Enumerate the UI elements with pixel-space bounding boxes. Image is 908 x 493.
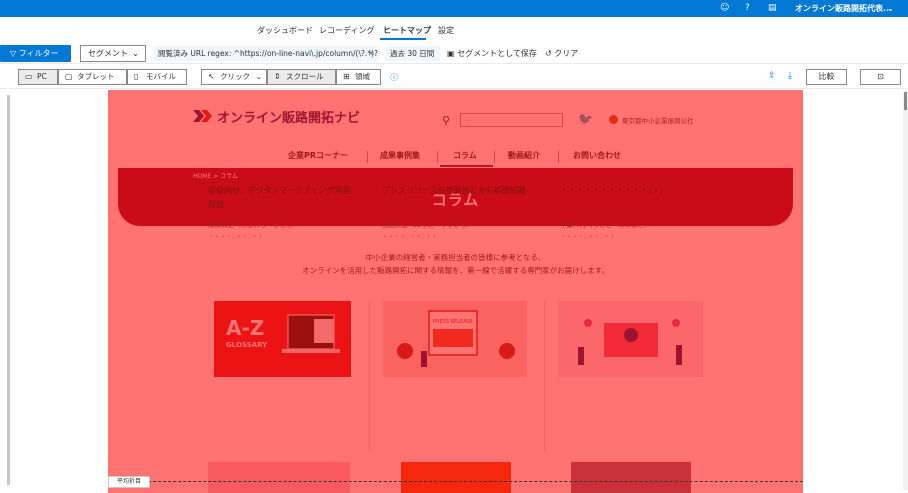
scroll-icon: ⇕ xyxy=(274,72,281,81)
url-filter-chip[interactable]: 閲覧済み URL regex: ^https://on-line-navi\.j… xyxy=(154,46,378,61)
nav-divider xyxy=(558,151,559,163)
logo-arrow-icon xyxy=(193,110,212,122)
card-author: 田田英宏（はらだ・やすひろ） xyxy=(382,221,473,229)
heatmap-toolbar: ▭ PC ▢ タブレット ▯ モバイル ↖ クリック ⌄ ⇕ スクロール ⊞ 領域 ⓘ ⇪ … xyxy=(0,64,908,89)
average-fold-label: 平均折目 xyxy=(108,476,150,488)
tab-recordings[interactable]: レコーディング xyxy=(319,25,374,36)
press-release-image: PRESS RELEASE xyxy=(383,301,527,377)
chevron-down-icon: ⌄ xyxy=(255,72,262,81)
card-divider xyxy=(369,301,370,451)
filter-icon: ▽ xyxy=(10,49,19,58)
mode-area-button[interactable]: ⊞ 領域 xyxy=(336,69,381,85)
card-title: 初級向け、デジタルマーケティング用語用語 xyxy=(208,186,351,209)
device-mobile-button[interactable]: ▯ モバイル xyxy=(127,69,187,85)
heatmap-canvas[interactable]: オンライン販路開拓ナビ ⚲ ... 🐦 東京都中小企業振興公社 企業PRコーナー… xyxy=(108,90,803,493)
left-scroll-strip xyxy=(7,95,10,485)
card-image xyxy=(558,301,703,377)
card-divider xyxy=(544,301,545,451)
chevron-down-icon[interactable]: ⌄ xyxy=(887,3,894,14)
close-icon[interactable]: ✕ xyxy=(368,46,374,61)
card-date: ・・・・. ・・. ・・ xyxy=(382,234,438,241)
breadcrumb: HOME > コラム xyxy=(193,173,238,180)
mobile-icon: ▯ xyxy=(134,72,139,81)
site-nav-item: 成果事例集 xyxy=(380,151,420,160)
site-search-input: ... xyxy=(460,113,563,127)
filter-button[interactable]: ▽ フィルター xyxy=(0,45,71,62)
active-tab-indicator xyxy=(380,38,426,40)
card-author: 千葉梓乃（ちささ・のぶあき） xyxy=(560,221,651,229)
site-nav-active-indicator xyxy=(440,165,493,167)
card-image: PRESS RELEASE xyxy=(383,301,527,377)
download-icon[interactable]: ⤓ xyxy=(788,71,792,81)
cursor-icon: ↖ xyxy=(208,72,215,81)
site-nav-item: 動画紹介 xyxy=(508,151,540,160)
nav-divider xyxy=(437,151,438,163)
tab-heatmaps[interactable]: ヒートマップ xyxy=(383,25,431,36)
glossary-image: A-Z GLOSSARY xyxy=(214,301,351,377)
site-nav-item: 企業PRコーナー xyxy=(288,151,349,160)
tablet-icon: ▢ xyxy=(65,72,73,81)
nav-divider xyxy=(367,151,368,163)
save-segment-button[interactable]: ▣ セグメントとして保存 xyxy=(447,48,537,59)
document-icon[interactable]: ▤ xyxy=(768,3,777,14)
twitter-icon: 🐦 xyxy=(578,112,593,126)
average-fold-line xyxy=(108,481,803,482)
device-tablet-button[interactable]: ▢ タブレット xyxy=(58,69,127,85)
site-nav-item: お問い合わせ xyxy=(573,151,621,160)
page-scrollbar[interactable] xyxy=(903,90,908,490)
card-title: ・・・・・・・・・・・（・） xyxy=(560,186,668,195)
fullscreen-icon: ⊡ xyxy=(877,72,884,81)
tab-dashboard[interactable]: ダッシュボード xyxy=(257,25,313,36)
site-preview: オンライン販路開拓ナビ ⚲ ... 🐦 東京都中小企業振興公社 企業PRコーナー… xyxy=(108,90,803,493)
search-icon: ⚲ xyxy=(442,114,451,127)
mode-scroll-button[interactable]: ⇕ スクロール xyxy=(267,69,336,85)
scrollbar-thumb[interactable] xyxy=(904,92,907,110)
tab-settings[interactable]: 設定 xyxy=(438,25,454,36)
area-icon: ⊞ xyxy=(343,72,350,81)
device-pc-button[interactable]: ▭ PC xyxy=(18,69,58,85)
clear-button[interactable]: ↺ クリア xyxy=(545,48,578,59)
partner-text: 東京都中小企業振興公社 xyxy=(622,117,694,125)
undo-icon: ↺ xyxy=(545,49,555,58)
nav-divider xyxy=(494,151,495,163)
mode-click-button[interactable]: ↖ クリック ⌄ xyxy=(201,69,267,85)
smiley-icon[interactable]: ☺ xyxy=(720,3,729,14)
date-filter-chip[interactable]: 過去 30 日間 xyxy=(386,46,440,61)
card-image: A-Z GLOSSARY xyxy=(214,301,351,377)
compare-button[interactable]: 比較 xyxy=(806,69,847,85)
card-author: 藤原莉史（ふじわら・さとし） xyxy=(208,221,299,229)
card1-image-text: A-Z xyxy=(226,316,264,340)
card-image xyxy=(208,462,350,493)
segment-dropdown[interactable]: セグメント ⌄ xyxy=(80,45,146,62)
intro-text: 中小企業の経営者・実務担当者の皆様に参考となる、 オンラインを活用した販路開拓に… xyxy=(302,253,609,275)
site-logo-text: オンライン販路開拓ナビ xyxy=(217,111,361,126)
chevron-down-icon: ⌄ xyxy=(132,49,139,58)
site-nav-item: コラム xyxy=(453,151,477,160)
card-date: ・・・・. ・・. ・・ xyxy=(208,234,264,241)
save-icon: ▣ xyxy=(447,49,458,58)
account-name[interactable]: オンライン販路開拓代表... xyxy=(795,3,892,14)
monitor-icon: ▭ xyxy=(25,72,33,81)
fullscreen-button[interactable]: ⊡ xyxy=(860,69,901,85)
filter-bar: ▽ フィルター セグメント ⌄ 閲覧済み URL regex: ^https:/… xyxy=(0,43,908,64)
info-icon[interactable]: ⓘ xyxy=(390,72,398,83)
card2-image-text: PRESS RELEASE xyxy=(433,319,473,325)
card-date: ・・・・. ・・. ・・ xyxy=(560,234,616,241)
card-image xyxy=(571,462,691,493)
share-icon[interactable]: ⇪ xyxy=(768,71,776,81)
partner-logo-icon xyxy=(609,115,618,124)
card-title: プレスリリースの重要性とその基礎知識 xyxy=(382,186,526,195)
webinar-image xyxy=(558,301,703,377)
card-image xyxy=(401,462,511,493)
top-bar: ☺ ? ▤ オンライン販路開拓代表... ⌄ xyxy=(0,0,908,17)
help-icon[interactable]: ? xyxy=(745,3,750,14)
main-nav: ダッシュボード レコーディング ヒートマップ 設定 xyxy=(0,17,908,43)
card1-image-sub: GLOSSARY xyxy=(226,341,268,349)
